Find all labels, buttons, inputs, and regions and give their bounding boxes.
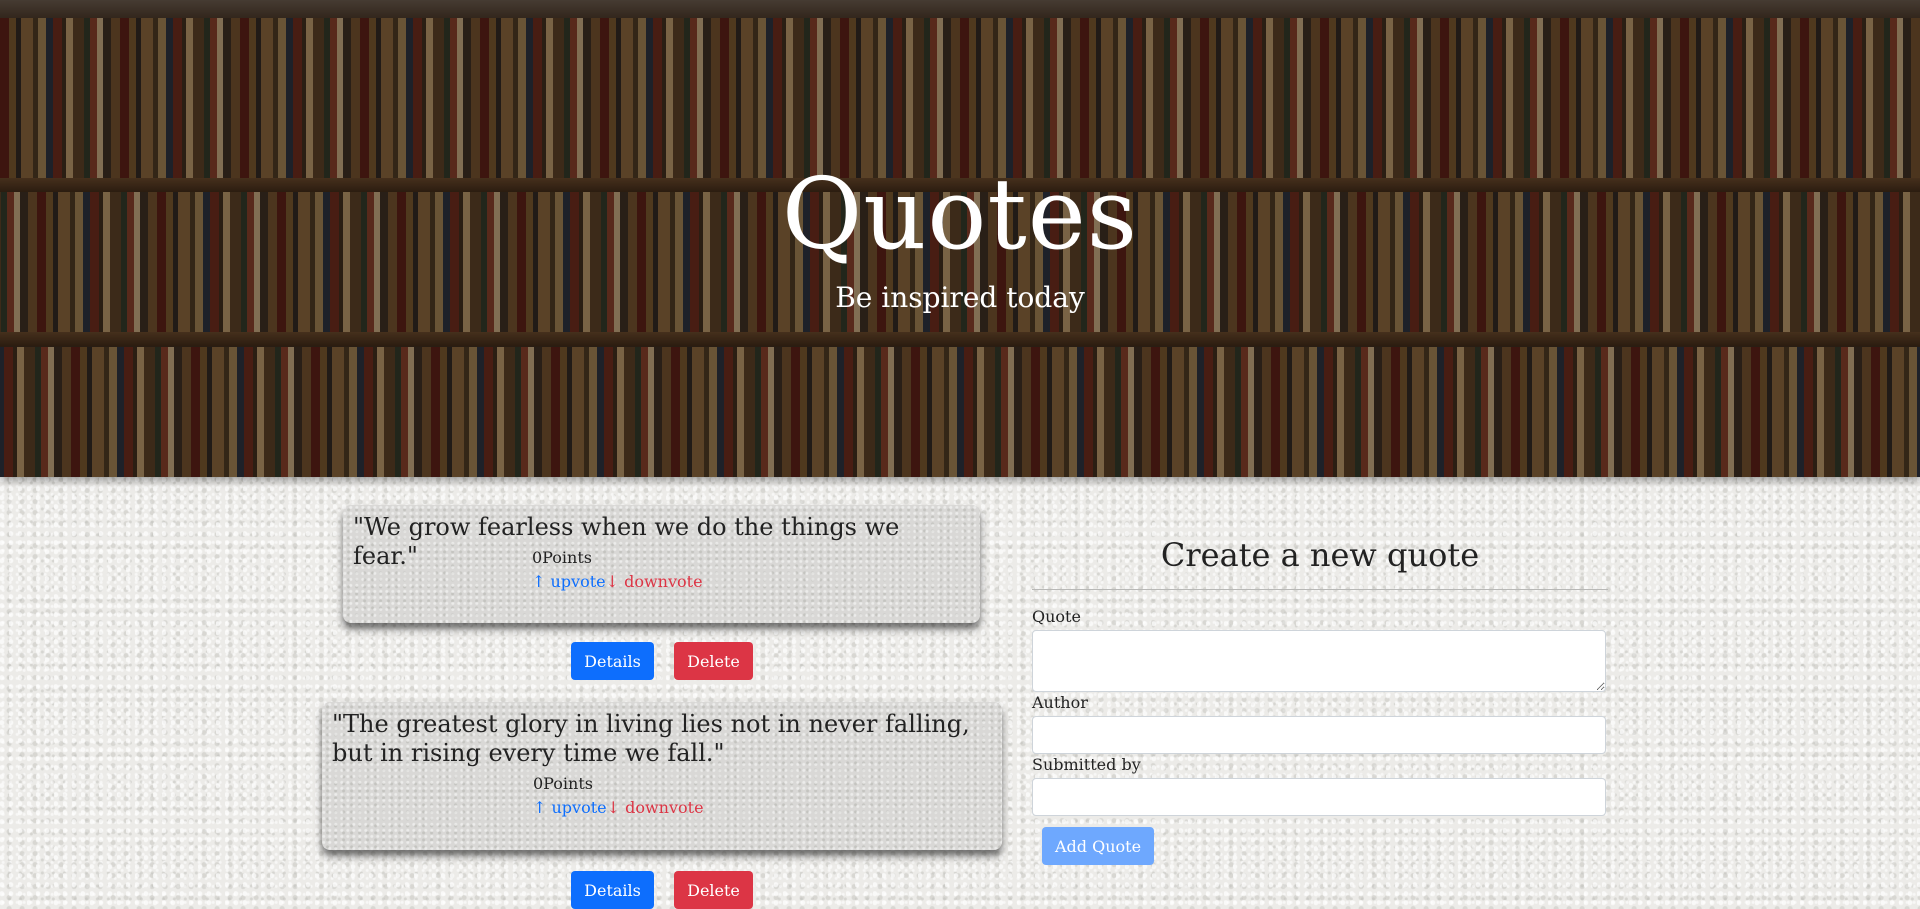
add-quote-button[interactable]: Add Quote	[1042, 827, 1154, 865]
hero-banner: Quotes Be inspired today	[0, 0, 1920, 477]
upvote-link[interactable]: ↑ upvote	[532, 572, 606, 591]
downvote-link[interactable]: ↓ downvote	[606, 572, 703, 591]
delete-button[interactable]: Delete	[674, 642, 753, 680]
quote-label: Quote	[1032, 607, 1081, 626]
author-label: Author	[1032, 693, 1088, 712]
quote-points: 0Points	[533, 774, 593, 793]
submitted-by-input[interactable]	[1032, 778, 1606, 816]
form-title: Create a new quote	[1160, 536, 1480, 574]
upvote-link[interactable]: ↑ upvote	[533, 798, 607, 817]
form-divider	[1032, 589, 1608, 590]
quote-card: "The greatest glory in living lies not i…	[322, 702, 1002, 850]
quote-points: 0Points	[532, 548, 592, 567]
quote-text: "The greatest glory in living lies not i…	[332, 710, 970, 767]
site-subtitle: Be inspired today	[835, 281, 1085, 314]
delete-button[interactable]: Delete	[674, 871, 753, 909]
vote-controls: ↑ upvote↓ downvote	[533, 797, 704, 819]
quote-textarea[interactable]	[1032, 630, 1606, 692]
details-button[interactable]: Details	[571, 642, 654, 680]
site-title: Quotes	[781, 158, 1139, 272]
quote-card: "We grow fearless when we do the things …	[343, 505, 980, 623]
submitted-by-label: Submitted by	[1032, 755, 1141, 774]
vote-controls: ↑ upvote↓ downvote	[532, 571, 703, 593]
downvote-link[interactable]: ↓ downvote	[607, 798, 704, 817]
details-button[interactable]: Details	[571, 871, 654, 909]
author-input[interactable]	[1032, 716, 1606, 754]
quote-text: "We grow fearless when we do the things …	[353, 513, 900, 570]
